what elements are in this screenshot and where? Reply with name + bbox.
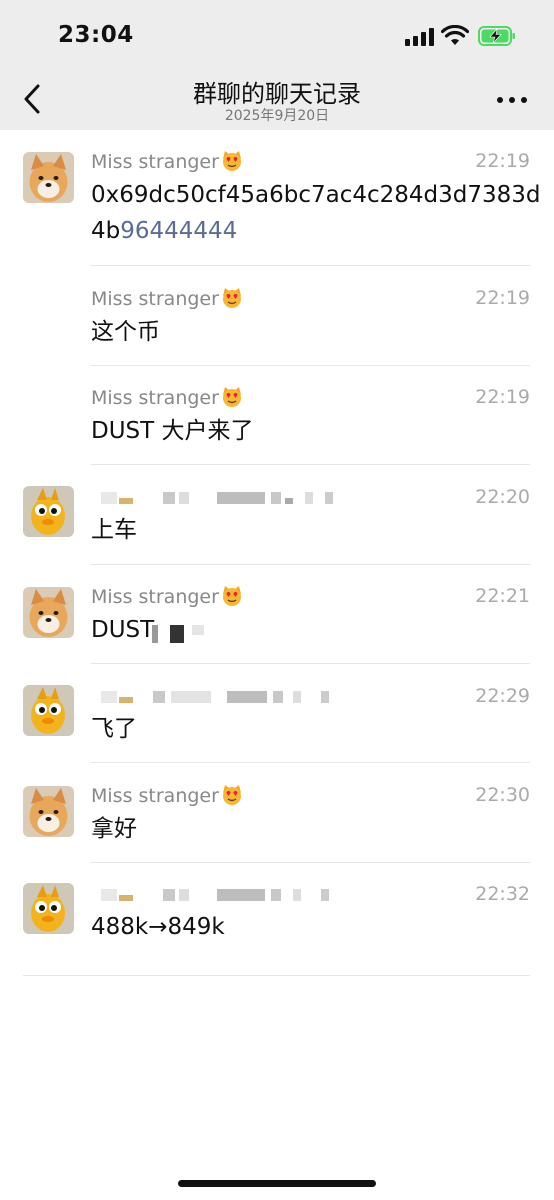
- more-button[interactable]: [492, 86, 532, 114]
- blurred-sender-name: [93, 889, 333, 901]
- heart-eyes-cat-emoji: [222, 151, 241, 171]
- divider: [91, 862, 530, 863]
- message-text: 488k→849k: [91, 914, 225, 940]
- cellular-signal-icon: [405, 28, 435, 46]
- message-text: 拿好: [91, 816, 137, 842]
- message-time: 22:21: [475, 585, 530, 607]
- divider: [91, 464, 530, 465]
- divider: [91, 762, 530, 763]
- sender-name: Miss stranger: [91, 150, 243, 173]
- status-bar: 23:04: [0, 0, 554, 72]
- message-text: 0x69dc50cf45a6bc7ac4c284d3d7383d4b964444…: [91, 182, 541, 244]
- status-time: 23:04: [58, 22, 134, 48]
- page-title: 群聊的聊天记录: [193, 80, 361, 108]
- blurred-content: [152, 625, 232, 643]
- message-time: 22:19: [475, 386, 530, 408]
- divider: [91, 365, 530, 366]
- message-time: 22:19: [475, 150, 530, 172]
- message-text: 上车: [91, 517, 137, 543]
- avatar-shiba[interactable]: [23, 587, 74, 638]
- sender-name: Miss stranger: [91, 386, 243, 409]
- heart-eyes-cat-emoji: [222, 785, 241, 805]
- message-text: 这个币: [91, 319, 160, 345]
- heart-eyes-cat-emoji: [222, 288, 241, 308]
- sender-name: Miss stranger: [91, 585, 243, 608]
- blurred-sender-name: [93, 691, 333, 703]
- home-indicator[interactable]: [178, 1180, 376, 1187]
- divider: [91, 265, 530, 266]
- message-text: DUST 大户来了: [91, 418, 254, 444]
- battery-charging-icon: [478, 26, 515, 46]
- message-time: 22:32: [475, 883, 530, 905]
- avatar-shiba[interactable]: [23, 786, 74, 837]
- nav-bar: 群聊的聊天记录 2025年9月20日: [0, 72, 554, 130]
- page-subtitle: 2025年9月20日: [224, 108, 330, 124]
- message-link[interactable]: 96444444: [120, 218, 237, 244]
- divider: [91, 663, 530, 664]
- blurred-sender-name: [93, 492, 333, 504]
- message-time: 22:20: [475, 486, 530, 508]
- message-time: 22:29: [475, 685, 530, 707]
- avatar-yellow-mascot[interactable]: [23, 883, 74, 934]
- sender-name: Miss stranger: [91, 784, 243, 807]
- avatar-yellow-mascot[interactable]: [23, 685, 74, 736]
- message-time: 22:19: [475, 287, 530, 309]
- message-text: 飞了: [91, 716, 137, 742]
- sender-name: Miss stranger: [91, 287, 243, 310]
- more-dots-icon: [497, 97, 503, 103]
- wifi-icon: [441, 25, 469, 45]
- heart-eyes-cat-emoji: [222, 586, 241, 606]
- divider: [23, 975, 530, 976]
- heart-eyes-cat-emoji: [222, 387, 241, 407]
- avatar-yellow-mascot[interactable]: [23, 486, 74, 537]
- message-time: 22:30: [475, 784, 530, 806]
- divider: [91, 564, 530, 565]
- avatar-shiba[interactable]: [23, 152, 74, 203]
